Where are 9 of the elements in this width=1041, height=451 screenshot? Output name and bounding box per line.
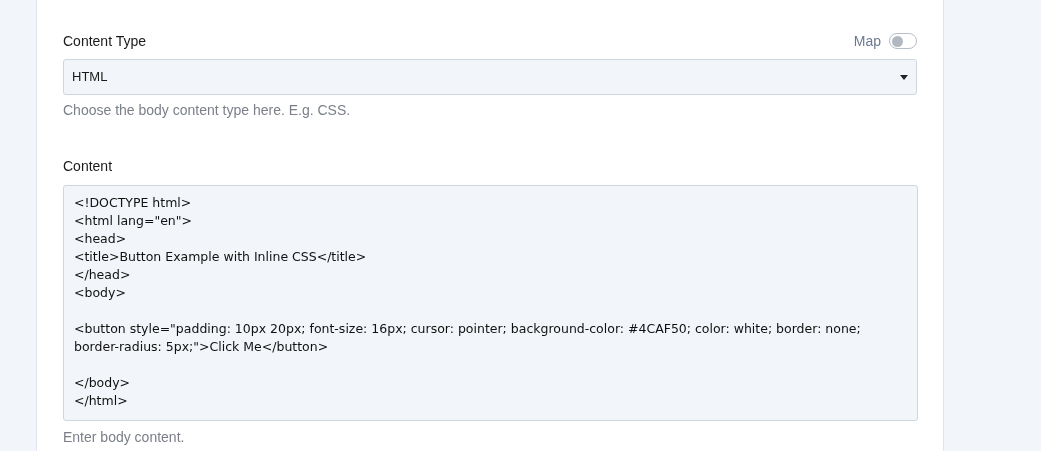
field-label: Content: [63, 157, 114, 176]
content-textarea[interactable]: <!DOCTYPE html> <html lang="en"> <head> <title>Button Example with Inline CSS</title> </head> <body> <button style="padding: 10px 20px; font-size: 16px; cursor: pointer; background-color: #4CAF50; color: white; border: none; border-radius: 5px;">Click Me</button> </body> </html>: [63, 185, 918, 421]
field-label: Content Type: [63, 31, 147, 51]
help-text: Enter body content.: [63, 428, 186, 447]
help-text: Choose the body content type here. E.g. CSS.: [63, 101, 352, 120]
dropdown-caret-icon: [900, 74, 908, 80]
toggle-label: Map: [853, 31, 881, 51]
map-toggle[interactable]: [889, 33, 917, 49]
content-type-dropdown[interactable]: HTML: [63, 59, 917, 95]
